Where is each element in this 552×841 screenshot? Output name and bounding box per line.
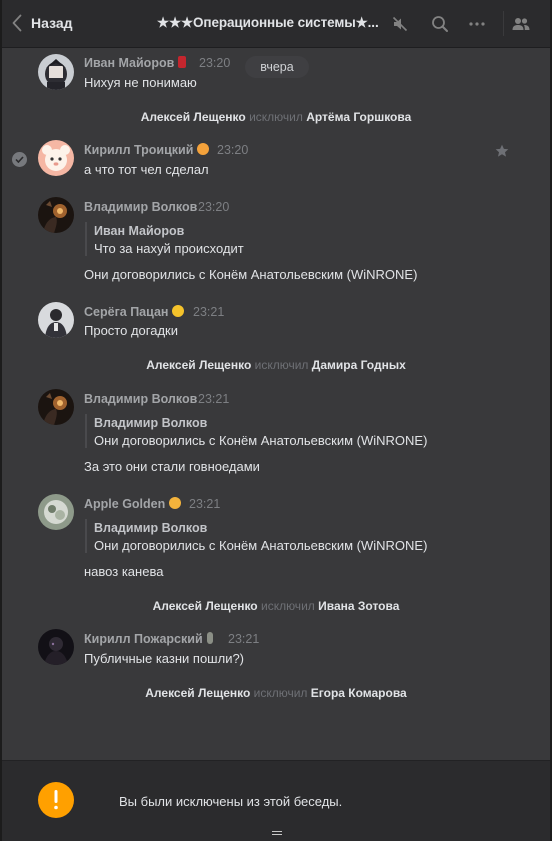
service-actor[interactable]: Алексей Лещенко [145, 686, 250, 700]
author-name: Владимир Волков [84, 200, 198, 214]
service-message: Алексей Лещенко исключил Артёма Горшкова [2, 110, 550, 124]
message-time[interactable]: 23:21 [189, 497, 220, 511]
resize-handle-icon[interactable] [272, 831, 282, 837]
author-name: Кирилл Троицкий [84, 143, 194, 157]
quote-bar [85, 414, 87, 448]
message-feed[interactable]: Иван Майоров 23:20 Нихуя не понимаю вчер… [2, 48, 550, 760]
search-icon[interactable] [429, 13, 451, 35]
message-text: а что тот чел сделал [84, 162, 209, 177]
avatar[interactable] [38, 494, 74, 530]
avatar[interactable] [38, 629, 74, 665]
avatar[interactable] [38, 302, 74, 338]
message-time[interactable]: 23:20 [199, 56, 230, 70]
date-divider: вчера [245, 56, 309, 78]
message-author[interactable]: Иван Майоров [84, 56, 187, 70]
sunglasses-face-icon [172, 305, 185, 317]
service-target[interactable]: Ивана Зотова [318, 599, 399, 613]
avatar[interactable] [38, 140, 74, 176]
muted-speaker-icon[interactable] [389, 13, 411, 35]
quote-author[interactable]: Иван Майоров [94, 224, 184, 238]
message-text: Просто догадки [84, 323, 178, 338]
message-text: Они договорились с Конём Анатольевским (… [84, 267, 418, 282]
back-chevron-icon [12, 14, 22, 32]
author-name: Apple Golden [84, 497, 166, 511]
service-target[interactable]: Дамира Годных [312, 358, 406, 372]
message-time[interactable]: 23:20 [198, 200, 229, 214]
service-actor[interactable]: Алексей Лещенко [153, 599, 258, 613]
service-actor[interactable]: Алексей Лещенко [146, 358, 251, 372]
avatar[interactable] [38, 389, 74, 425]
message-author[interactable]: Apple Golden [84, 497, 182, 511]
message-text: навоз канева [84, 564, 164, 579]
message-author[interactable]: Владимир Волков [84, 200, 197, 214]
message-time[interactable]: 23:21 [228, 632, 259, 646]
kicked-banner: Вы были исключены из этой беседы. [2, 760, 550, 841]
quote-bar [85, 222, 87, 256]
service-actor[interactable]: Алексей Лещенко [141, 110, 246, 124]
message-text: За это они стали говноедами [84, 459, 260, 474]
members-icon[interactable] [510, 13, 532, 35]
exclamation-icon [38, 782, 74, 818]
author-name: Серёга Пацан [84, 305, 169, 319]
star-icon[interactable] [495, 144, 509, 161]
quote-bar [85, 519, 87, 553]
message-time[interactable]: 23:21 [193, 305, 224, 319]
quote-text: Что за нахуй происходит [94, 241, 244, 256]
service-verb: исключил [254, 358, 309, 372]
message-author[interactable]: Кирилл Пожарский [84, 632, 213, 646]
message-time[interactable]: 23:20 [217, 143, 248, 157]
chat-window: Назад ★★★Операционные системы★... Иван М… [2, 0, 550, 841]
figure-icon [206, 632, 213, 644]
service-message: Алексей Лещенко исключил Егора Комарова [2, 686, 550, 700]
chat-header: Назад ★★★Операционные системы★... [2, 0, 550, 48]
wine-glass-icon [178, 56, 187, 68]
service-message: Алексей Лещенко исключил Дамира Годных [2, 358, 550, 372]
header-divider [503, 11, 504, 36]
quote-text: Они договорились с Конём Анатольевским (… [94, 433, 428, 448]
message-text: Нихуя не понимаю [84, 75, 197, 90]
message-author[interactable]: Кирилл Троицкий [84, 143, 210, 157]
chat-title[interactable]: ★★★Операционные системы★... [157, 15, 382, 31]
smiling-face-icon [197, 143, 210, 155]
selected-check-icon[interactable] [12, 152, 27, 167]
avatar[interactable] [38, 54, 74, 90]
service-verb: исключил [253, 686, 308, 700]
avatar[interactable] [38, 197, 74, 233]
back-button[interactable]: Назад [12, 10, 73, 36]
author-name: Иван Майоров [84, 56, 175, 70]
service-verb: исключил [249, 110, 303, 124]
service-target[interactable]: Артёма Горшкова [306, 110, 411, 124]
quote-text: Они договорились с Конём Анатольевским (… [94, 538, 428, 553]
author-name: Кирилл Пожарский [84, 632, 203, 646]
message-text: Публичные казни пошли?) [84, 651, 245, 666]
service-verb: исключил [260, 599, 315, 613]
quote-author[interactable]: Владимир Волков [94, 416, 207, 430]
author-name: Владимир Волков [84, 392, 198, 406]
service-target[interactable]: Егора Комарова [311, 686, 407, 700]
service-message: Алексей Лещенко исключил Ивана Зотова [2, 599, 550, 613]
message-author[interactable]: Серёга Пацан [84, 305, 185, 319]
emoji-face-icon [169, 497, 182, 509]
quote-author[interactable]: Владимир Волков [94, 521, 207, 535]
back-label: Назад [31, 15, 73, 31]
message-author[interactable]: Владимир Волков [84, 392, 197, 406]
message-time[interactable]: 23:21 [198, 392, 229, 406]
more-icon[interactable] [466, 13, 488, 35]
banner-text: Вы были исключены из этой беседы. [119, 794, 343, 809]
